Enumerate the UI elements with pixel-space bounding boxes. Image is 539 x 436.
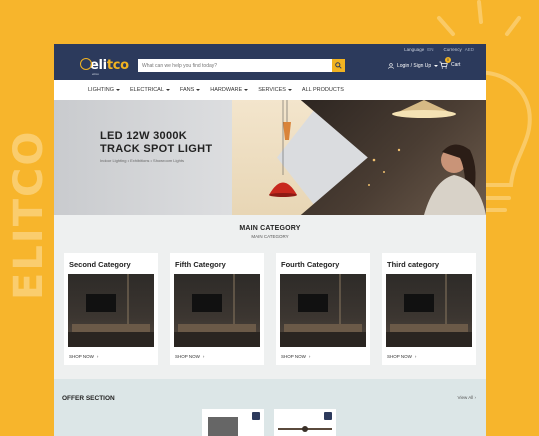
chevron-right-icon: ›	[202, 354, 205, 359]
category-card-image	[280, 274, 366, 347]
shop-now-link[interactable]: SHOP NOW ›	[69, 354, 98, 359]
user-icon	[388, 63, 394, 69]
category-card-title: Third category	[387, 260, 440, 269]
chevron-down-icon	[165, 89, 170, 91]
chevron-down-icon	[244, 89, 249, 91]
category-card-image	[386, 274, 472, 347]
category-card-title: Fifth Category	[175, 260, 226, 269]
login-signup-link[interactable]: Login / Sign Up	[388, 63, 439, 69]
offer-section-title: OFFER SECTION	[62, 395, 115, 402]
nav-item-hardware[interactable]: HARDWARE	[210, 87, 249, 93]
top-meta: Language EN Currency AED	[404, 47, 474, 52]
shop-now-link[interactable]: SHOP NOW ›	[387, 354, 416, 359]
nav-item-fans[interactable]: FANS	[180, 87, 201, 93]
pendant-lamp-illustration	[269, 100, 297, 197]
category-card-image	[68, 274, 154, 347]
nav-item-electrical[interactable]: ELECTRICAL	[130, 87, 170, 93]
hero-subtitle: Indoor Lighting • Exhibitions • Showroom…	[100, 158, 184, 163]
search-button[interactable]	[332, 59, 345, 72]
section-title: MAIN CATEGORY	[239, 225, 301, 232]
hero-title: LED 12W 3000K TRACK SPOT LIGHT	[100, 130, 213, 155]
category-card[interactable]: Third category SHOP NOW ›	[382, 253, 476, 365]
category-card[interactable]: Fourth Category SHOP NOW ›	[276, 253, 370, 365]
search-input[interactable]	[138, 59, 332, 72]
main-nav: LIGHTING ELECTRICAL FANS HARDWARE SERVIC…	[54, 80, 486, 101]
offer-product-card[interactable]	[202, 409, 264, 436]
site-logo[interactable]: elitco elitco	[80, 55, 129, 76]
shop-now-link[interactable]: SHOP NOW ›	[281, 354, 310, 359]
language-selector[interactable]: Language EN	[404, 47, 433, 52]
search-icon	[335, 62, 342, 69]
nav-item-lighting[interactable]: LIGHTING	[88, 87, 120, 93]
chevron-right-icon: ›	[474, 395, 477, 400]
hero-woman-photo	[368, 100, 486, 215]
chevron-down-icon	[287, 89, 292, 91]
header-bar: LanguageEN CurrencyAED elitco elitco Log…	[54, 44, 486, 80]
offer-product-card[interactable]	[274, 409, 336, 436]
chevron-right-icon: ›	[414, 354, 417, 359]
section-subtitle: MAIN CATEGORY	[251, 234, 289, 239]
offer-section: OFFER SECTION View All ›	[54, 379, 486, 436]
nav-item-services[interactable]: SERVICES	[258, 87, 292, 93]
wishlist-icon[interactable]	[324, 412, 332, 420]
side-brand-text: ELITCO	[6, 129, 52, 300]
cart-button[interactable]: 0 Cart	[439, 57, 460, 69]
category-card[interactable]: Second Category SHOP NOW ›	[64, 253, 158, 365]
chevron-right-icon: ›	[96, 354, 99, 359]
nav-item-all-products[interactable]: ALL PRODUCTS	[302, 87, 344, 93]
category-card[interactable]: Fifth Category SHOP NOW ›	[170, 253, 264, 365]
category-card-title: Fourth Category	[281, 260, 340, 269]
shop-now-link[interactable]: SHOP NOW ›	[175, 354, 204, 359]
category-card-image	[174, 274, 260, 347]
chevron-down-icon	[196, 89, 201, 91]
wishlist-icon[interactable]	[252, 412, 260, 420]
chevron-down-icon	[434, 65, 439, 67]
cart-count-badge: 0	[445, 57, 451, 63]
search-bar	[138, 59, 345, 72]
logo-ring-icon	[80, 58, 92, 70]
category-card-title: Second Category	[69, 260, 131, 269]
currency-selector[interactable]: Currency AED	[443, 47, 474, 52]
view-all-link[interactable]: View All ›	[458, 395, 476, 400]
chevron-down-icon	[115, 89, 120, 91]
chevron-right-icon: ›	[308, 354, 311, 359]
hero-banner[interactable]: LED 12W 3000K TRACK SPOT LIGHT Indoor Li…	[54, 100, 486, 215]
website-preview: LanguageEN CurrencyAED elitco elitco Log…	[54, 44, 486, 436]
